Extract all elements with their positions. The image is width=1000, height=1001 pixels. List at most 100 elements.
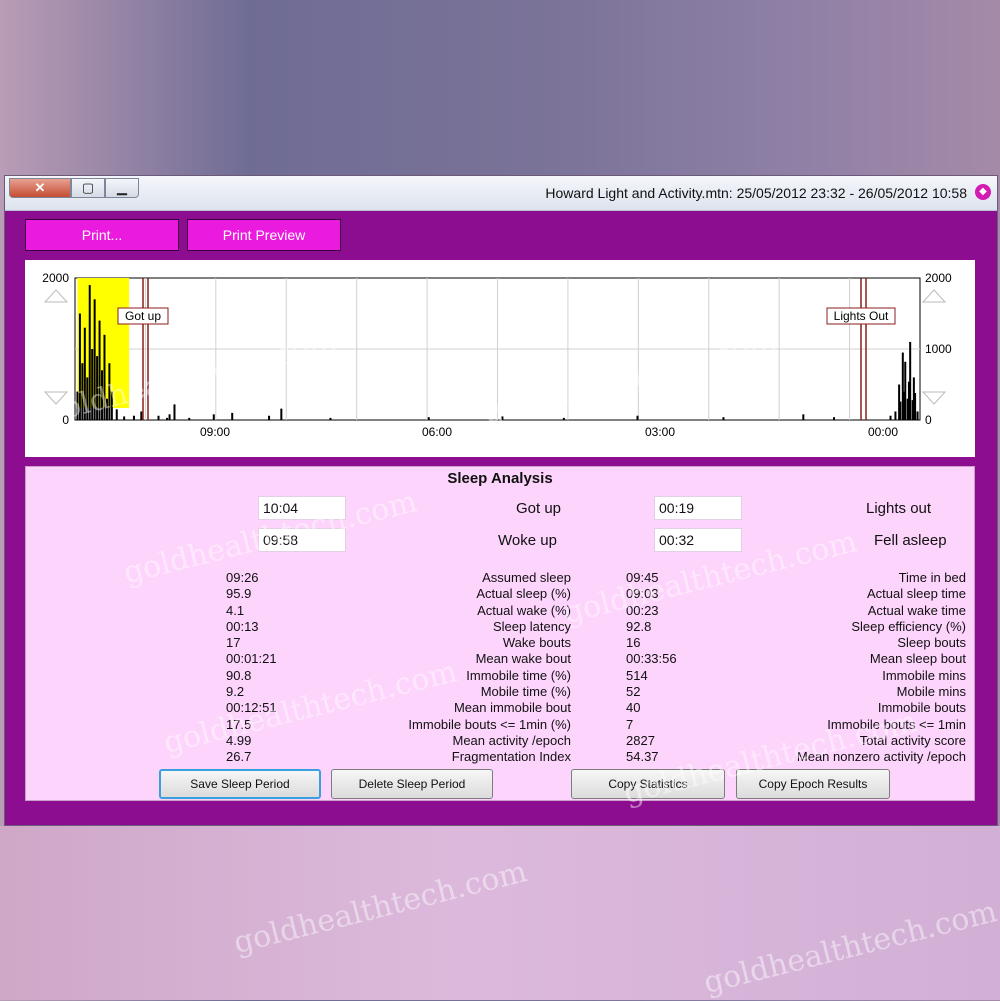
activity-bar <box>231 412 234 420</box>
activity-bar <box>88 285 91 420</box>
activity-bar <box>636 415 639 420</box>
scroll-up-right-arrow-icon[interactable] <box>921 289 947 303</box>
activity-bar <box>91 349 94 420</box>
stat-row: 4.99 Mean activity /epoch <box>226 733 571 749</box>
stat-label: Mobile mins <box>896 684 966 700</box>
marker-label: Lights Out <box>834 309 889 323</box>
activity-bar <box>105 398 108 420</box>
activity-bar <box>140 411 143 420</box>
stat-row: 16 Sleep bouts <box>626 635 966 651</box>
stat-label: Mean activity /epoch <box>452 732 571 748</box>
copy-statistics-button[interactable]: Copy Statistics <box>571 769 725 799</box>
stat-value: 00:23 <box>626 602 659 618</box>
activity-bar <box>906 398 909 420</box>
activity-bar <box>86 377 89 420</box>
lights-out-label: Lights out <box>866 500 932 517</box>
stat-row: 09:03 Actual sleep time <box>626 586 966 602</box>
fell-asleep-field[interactable]: 00:32 <box>654 528 742 552</box>
activity-bar <box>173 404 176 420</box>
activity-bar <box>132 415 135 420</box>
stat-value: 26.7 <box>226 749 252 765</box>
stat-row: 2827 Total activity score <box>626 733 966 749</box>
activity-bar <box>212 414 215 420</box>
stat-value: 95.9 <box>226 586 252 602</box>
close-button[interactable]: ✕ <box>9 178 71 198</box>
save-sleep-period-button[interactable]: Save Sleep Period <box>159 769 321 799</box>
stat-row: 95.9 Actual sleep (%) <box>226 586 571 602</box>
stat-row: 514 Immobile mins <box>626 668 966 684</box>
stat-label: Sleep efficiency (%) <box>851 618 966 634</box>
marker-label: Got up <box>125 309 161 323</box>
stat-label: Immobile time (%) <box>466 667 571 683</box>
stat-label: Immobile bouts <= 1min (%) <box>408 716 571 732</box>
stat-label: Mean sleep bout <box>869 651 966 667</box>
stat-label: Sleep bouts <box>897 635 966 651</box>
title-bar: ✕ ▢ ▁ Howard Light and Activity.mtn: 25/… <box>5 176 997 211</box>
chart-grid <box>74 277 921 421</box>
stat-value: 16 <box>626 635 641 651</box>
maximize-button[interactable]: ▢ <box>71 178 105 198</box>
woke-up-field[interactable]: 09:58 <box>258 528 346 552</box>
activity-bar <box>123 416 126 420</box>
print-preview-button[interactable]: Print Preview <box>187 219 341 251</box>
sleep-analysis-panel: Sleep Analysis Lights out 00:19 Got up 1… <box>25 466 975 801</box>
activity-bar <box>898 384 901 420</box>
print-button[interactable]: Print... <box>25 219 179 251</box>
stat-value: 00:33:56 <box>626 651 677 667</box>
stat-label: Immobile bouts <= 1min <box>827 716 966 732</box>
activity-bar <box>93 299 96 420</box>
stat-row: 09:26 Assumed sleep <box>226 570 571 586</box>
activity-bar <box>901 352 904 420</box>
stat-row: 90.8 Immobile time (%) <box>226 668 571 684</box>
scroll-down-left-arrow-icon[interactable] <box>43 391 69 405</box>
stat-value: 52 <box>626 684 641 700</box>
activity-bar <box>280 408 283 420</box>
stat-label: Mean wake bout <box>475 651 571 667</box>
activity-bar <box>268 415 271 420</box>
minimize-button[interactable]: ▁ <box>105 178 139 198</box>
activity-bar <box>427 417 430 420</box>
activity-bar <box>562 417 565 420</box>
stat-label: Actual sleep (%) <box>476 586 571 602</box>
stat-value: 40 <box>626 700 641 716</box>
activity-bar <box>110 391 113 420</box>
activity-bar <box>98 320 101 420</box>
stat-label: Mean immobile bout <box>453 700 571 716</box>
activity-bar <box>166 417 169 420</box>
stat-label: Actual wake time <box>867 602 966 618</box>
stat-value: 17 <box>226 635 241 651</box>
scroll-up-left-arrow-icon[interactable] <box>43 289 69 303</box>
delete-sleep-period-button[interactable]: Delete Sleep Period <box>331 769 493 799</box>
activity-bar <box>501 416 504 420</box>
stat-row: 00:33:56 Mean sleep bout <box>626 651 966 667</box>
activity-bar <box>83 327 86 420</box>
stat-row: 9.2 Mobile time (%) <box>226 684 571 700</box>
stat-row: 54.37 Mean nonzero activity /epoch <box>626 749 966 765</box>
minimize-icon: ▁ <box>117 180 127 195</box>
stat-row: 00:23 Actual wake time <box>626 603 966 619</box>
y-tick-label-left: 0 <box>62 413 69 427</box>
stat-label: Assumed sleep <box>482 570 571 585</box>
stat-value: 90.8 <box>226 667 252 683</box>
stat-value: 09:26 <box>226 570 259 585</box>
lights-out-field[interactable]: 00:19 <box>654 496 742 520</box>
stat-label: Mobile time (%) <box>480 684 571 700</box>
stat-label: Total activity score <box>859 732 966 748</box>
x-tick-label: 03:00 <box>645 425 675 439</box>
got-up-field[interactable]: 10:04 <box>258 496 346 520</box>
woke-up-label: Woke up <box>498 532 557 549</box>
stat-label: Fragmentation Index <box>451 749 571 765</box>
y-tick-label-right: 0 <box>925 413 932 427</box>
y-tick-label-right: 2000 <box>925 271 952 285</box>
stat-value: 4.1 <box>226 602 245 618</box>
copy-epoch-results-button[interactable]: Copy Epoch Results <box>736 769 890 799</box>
app-icon: ◆ <box>975 184 991 200</box>
stat-row: 17.5 Immobile bouts <= 1min (%) <box>226 717 571 733</box>
stat-value: 00:01:21 <box>226 651 277 667</box>
stat-value: 54.37 <box>626 749 659 765</box>
activity-bar <box>911 400 914 420</box>
activity-bar <box>108 363 111 420</box>
scroll-down-right-arrow-icon[interactable] <box>921 391 947 405</box>
stat-value: 92.8 <box>626 618 652 634</box>
stat-label: Mean nonzero activity /epoch <box>796 749 966 765</box>
